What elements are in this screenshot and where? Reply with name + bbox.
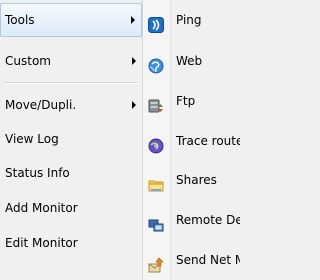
menu-item-custom[interactable]: Custom — [0, 44, 142, 78]
submenu-arrow-icon — [132, 57, 136, 65]
submenu-arrow-icon — [131, 16, 135, 24]
menu-item-label: View Log — [5, 132, 59, 146]
ftp-icon — [148, 93, 164, 113]
submenu-item-label: Ping — [176, 13, 202, 27]
context-menu: Tools Custom Move/Dupli. View Log Status… — [0, 0, 143, 280]
menu-item-label: Move/Dupli. — [5, 98, 77, 112]
submenu-item-label: Trace route — [176, 134, 240, 148]
menu-item-view-log[interactable]: View Log — [0, 122, 142, 156]
submenu-item-send-net-message[interactable]: Send Net Message — [143, 243, 240, 277]
menu-item-label: Edit Monitor — [5, 236, 78, 250]
submenu-item-web[interactable]: Web — [143, 44, 240, 78]
submenu-item-shares[interactable]: Shares — [143, 163, 240, 197]
menu-item-label: Custom — [5, 54, 51, 68]
submenu-item-label: Remote Desktop — [176, 213, 240, 227]
web-icon — [148, 53, 164, 74]
ping-icon — [148, 12, 164, 33]
menu-item-status-info[interactable]: Status Info — [0, 156, 142, 190]
submenu-item-remote-desktop[interactable]: Remote Desktop — [143, 203, 240, 237]
menu-item-add-monitor[interactable]: Add Monitor — [0, 191, 142, 225]
menu-item-move-duplicate[interactable]: Move/Dupli. — [0, 88, 142, 122]
menu-item-edit-monitor[interactable]: Edit Monitor — [0, 226, 142, 260]
submenu-item-ftp[interactable]: Ftp — [143, 84, 240, 118]
submenu-item-trace-route[interactable]: Trace route — [143, 124, 240, 158]
submenu-item-label: Web — [176, 54, 203, 68]
menu-item-label: Add Monitor — [5, 201, 78, 215]
trace-route-icon — [148, 133, 164, 154]
submenu-item-label: Shares — [176, 173, 217, 187]
shares-icon — [148, 172, 164, 192]
submenu-item-ping[interactable]: Ping — [143, 3, 240, 37]
menu-item-label: Tools — [5, 13, 35, 27]
submenu-item-label: Send Net Message — [176, 253, 240, 267]
send-net-message-icon — [148, 252, 164, 273]
submenu-item-label: Ftp — [176, 94, 196, 108]
submenu-arrow-icon — [132, 101, 136, 109]
remote-desktop-icon — [148, 212, 164, 232]
menu-item-tools[interactable]: Tools — [0, 3, 142, 37]
tools-submenu: Ping Web Ftp Trace route Shares Remote D… — [143, 0, 240, 280]
menu-separator — [4, 82, 138, 84]
menu-item-label: Status Info — [5, 166, 70, 180]
